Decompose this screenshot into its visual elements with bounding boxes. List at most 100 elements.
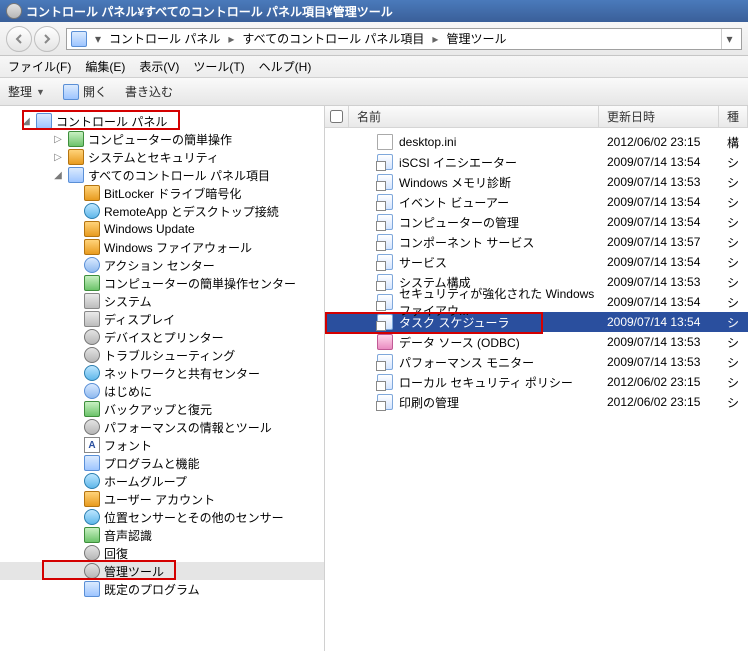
tree-item[interactable]: 音声認識 <box>0 526 324 544</box>
row-date-cell: 2012/06/02 23:15 <box>599 375 719 389</box>
tree-item[interactable]: ▷システムとセキュリティ <box>0 148 324 166</box>
row-name-cell: 印刷の管理 <box>349 394 599 411</box>
row-date-cell: 2009/07/14 13:53 <box>599 275 719 289</box>
address-bar[interactable]: ▾ コントロール パネル ▸ すべてのコントロール パネル項目 ▸ 管理ツール … <box>66 28 742 50</box>
column-name[interactable]: 名前 <box>349 106 599 127</box>
row-name-cell: データ ソース (ODBC) <box>349 334 599 351</box>
tree-item-icon <box>84 329 100 345</box>
tree-item[interactable]: ユーザー アカウント <box>0 490 324 508</box>
file-name: パフォーマンス モニター <box>399 354 534 371</box>
file-row[interactable]: Windows メモリ診断2009/07/14 13:53シ <box>325 172 748 192</box>
tree-item-icon <box>84 455 100 471</box>
breadcrumb-2[interactable]: すべてのコントロール パネル項目 <box>242 30 424 47</box>
file-name: タスク スケジューラ <box>399 314 510 331</box>
menu-view[interactable]: 表示(V) <box>139 58 179 75</box>
tree-item[interactable]: BitLocker ドライブ暗号化 <box>0 184 324 202</box>
file-list: 名前 更新日時 種 desktop.ini2012/06/02 23:15構iS… <box>325 106 748 651</box>
file-name: iSCSI イニシエーター <box>399 154 517 171</box>
tree-item[interactable]: Windows ファイアウォール <box>0 238 324 256</box>
file-row[interactable]: タスク スケジューラ2009/07/14 13:54シ <box>325 312 748 332</box>
file-row[interactable]: パフォーマンス モニター2009/07/14 13:53シ <box>325 352 748 372</box>
breadcrumb-1[interactable]: コントロール パネル <box>109 30 220 47</box>
tree-item[interactable]: 位置センサーとその他のセンサー <box>0 508 324 526</box>
file-icon <box>377 154 393 170</box>
file-row[interactable]: 印刷の管理2012/06/02 23:15シ <box>325 392 748 412</box>
file-icon <box>377 214 393 230</box>
expander-icon[interactable]: ▷ <box>52 134 64 145</box>
tree-item-label: ネットワークと共有センター <box>104 365 260 382</box>
tree-item[interactable]: ▷コンピューターの簡単操作 <box>0 130 324 148</box>
menu-file[interactable]: ファイル(F) <box>8 58 71 75</box>
content-area: ◢ コントロール パネル ▷コンピューターの簡単操作▷システムとセキュリティ ◢ す… <box>0 106 748 651</box>
file-icon <box>377 254 393 270</box>
file-row[interactable]: コンピューターの管理2009/07/14 13:54シ <box>325 212 748 232</box>
file-row[interactable]: iSCSI イニシエーター2009/07/14 13:54シ <box>325 152 748 172</box>
row-name-cell: コンポーネント サービス <box>349 234 599 251</box>
file-row[interactable]: データ ソース (ODBC)2009/07/14 13:53シ <box>325 332 748 352</box>
file-icon <box>377 294 393 310</box>
forward-button[interactable] <box>34 26 60 52</box>
file-row[interactable]: イベント ビューアー2009/07/14 13:54シ <box>325 192 748 212</box>
tree-item[interactable]: Windows Update <box>0 220 324 238</box>
tree-item[interactable]: ディスプレイ <box>0 310 324 328</box>
row-type-cell: シ <box>719 334 748 351</box>
address-dropdown-icon[interactable]: ▾ <box>721 29 737 49</box>
breadcrumb-3[interactable]: 管理ツール <box>446 30 506 47</box>
tree-item[interactable]: バックアップと復元 <box>0 400 324 418</box>
file-row[interactable]: セキュリティが強化された Windows ファイアウ...2009/07/14 … <box>325 292 748 312</box>
tree-root[interactable]: ◢ コントロール パネル <box>0 112 324 130</box>
file-row[interactable]: ローカル セキュリティ ポリシー2012/06/02 23:15シ <box>325 372 748 392</box>
tree-item-label: Windows Update <box>104 222 195 236</box>
tree-item-label: プログラムと機能 <box>104 455 200 472</box>
tree-item-icon <box>68 149 84 165</box>
file-name: イベント ビューアー <box>399 194 509 211</box>
tree-item[interactable]: Aフォント <box>0 436 324 454</box>
tree-item-icon <box>84 491 100 507</box>
select-all-checkbox[interactable] <box>330 110 343 123</box>
tree-item[interactable]: RemoteApp とデスクトップ接続 <box>0 202 324 220</box>
tree-item[interactable]: システム <box>0 292 324 310</box>
tree-item-icon <box>84 311 100 327</box>
expander-icon[interactable]: ◢ <box>20 116 32 127</box>
address-dd-icon[interactable]: ▾ <box>95 32 101 46</box>
expander-icon[interactable]: ▷ <box>52 152 64 163</box>
tree-item[interactable]: アクション センター <box>0 256 324 274</box>
menu-edit[interactable]: 編集(E) <box>85 58 125 75</box>
burn-button[interactable]: 書き込む <box>125 83 173 100</box>
open-button[interactable]: 開く <box>63 83 107 100</box>
tree-item-label: ホームグループ <box>104 473 187 490</box>
tree-item[interactable]: 回復 <box>0 544 324 562</box>
tree-item[interactable]: パフォーマンスの情報とツール <box>0 418 324 436</box>
tree-item[interactable]: 管理ツール <box>0 562 324 580</box>
tree-item[interactable]: はじめに <box>0 382 324 400</box>
tree-item[interactable]: トラブルシューティング <box>0 346 324 364</box>
tree-item[interactable]: デバイスとプリンター <box>0 328 324 346</box>
tree-item[interactable]: ◢ すべてのコントロール パネル項目 <box>0 166 324 184</box>
back-button[interactable] <box>6 26 32 52</box>
organize-button[interactable]: 整理 ▼ <box>8 83 45 100</box>
row-date-cell: 2009/07/14 13:53 <box>599 335 719 349</box>
tree-item-icon <box>84 383 100 399</box>
file-icon <box>377 354 393 370</box>
column-date[interactable]: 更新日時 <box>599 106 719 127</box>
file-icon <box>377 274 393 290</box>
checkbox-column[interactable] <box>325 106 349 127</box>
tree-item[interactable]: プログラムと機能 <box>0 454 324 472</box>
row-type-cell: シ <box>719 254 748 271</box>
tree-item-icon <box>84 527 100 543</box>
row-name-cell: コンピューターの管理 <box>349 214 599 231</box>
menu-help[interactable]: ヘルプ(H) <box>259 58 312 75</box>
file-row[interactable]: コンポーネント サービス2009/07/14 13:57シ <box>325 232 748 252</box>
file-row[interactable]: サービス2009/07/14 13:54シ <box>325 252 748 272</box>
expander-icon[interactable]: ◢ <box>52 170 64 181</box>
menu-tools[interactable]: ツール(T) <box>193 58 244 75</box>
row-type-cell: 構 <box>719 134 748 151</box>
tree-item-label: すべてのコントロール パネル項目 <box>88 167 270 184</box>
file-row[interactable]: desktop.ini2012/06/02 23:15構 <box>325 132 748 152</box>
tree-item[interactable]: コンピューターの簡単操作センター <box>0 274 324 292</box>
tree-item[interactable]: 既定のプログラム <box>0 580 324 598</box>
tree-item[interactable]: ホームグループ <box>0 472 324 490</box>
tree-item[interactable]: ネットワークと共有センター <box>0 364 324 382</box>
navigation-tree[interactable]: ◢ コントロール パネル ▷コンピューターの簡単操作▷システムとセキュリティ ◢ す… <box>0 106 325 651</box>
column-type[interactable]: 種 <box>719 106 748 127</box>
